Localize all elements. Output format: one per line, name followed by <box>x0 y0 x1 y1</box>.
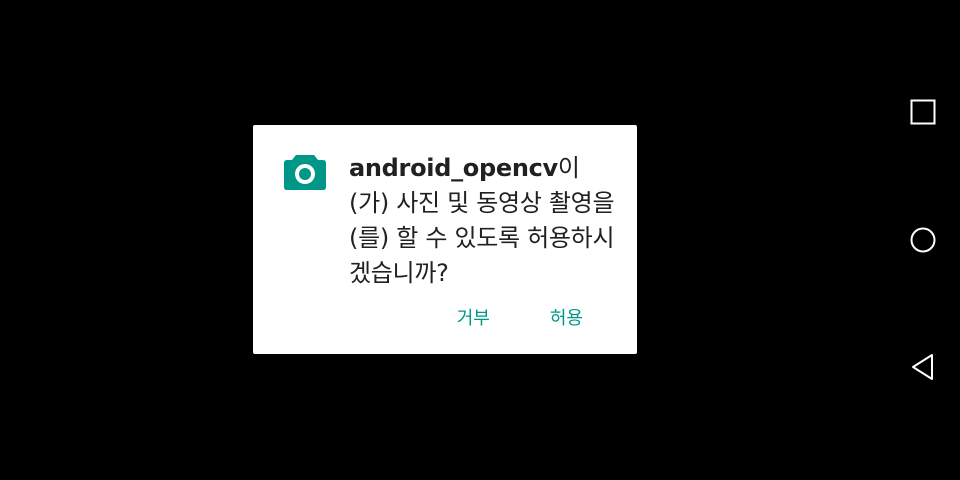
recent-apps-icon <box>910 99 936 125</box>
back-icon <box>912 354 933 380</box>
home-button[interactable] <box>898 215 948 265</box>
screen: android_opencv이(가) 사진 및 동영상 촬영을(를) 할 수 있… <box>0 0 960 480</box>
navigation-bar <box>888 0 960 480</box>
home-icon <box>910 227 936 253</box>
back-button[interactable] <box>898 342 948 392</box>
permission-message: android_opencv이(가) 사진 및 동영상 촬영을(를) 할 수 있… <box>349 151 619 291</box>
permission-dialog: android_opencv이(가) 사진 및 동영상 촬영을(를) 할 수 있… <box>253 125 637 354</box>
dialog-actions: 거부 허용 <box>449 297 591 337</box>
allow-button[interactable]: 허용 <box>542 298 591 336</box>
camera-icon <box>283 153 327 191</box>
app-name: android_opencv <box>349 154 558 182</box>
recent-apps-button[interactable] <box>898 87 948 137</box>
deny-button[interactable]: 거부 <box>449 298 498 336</box>
